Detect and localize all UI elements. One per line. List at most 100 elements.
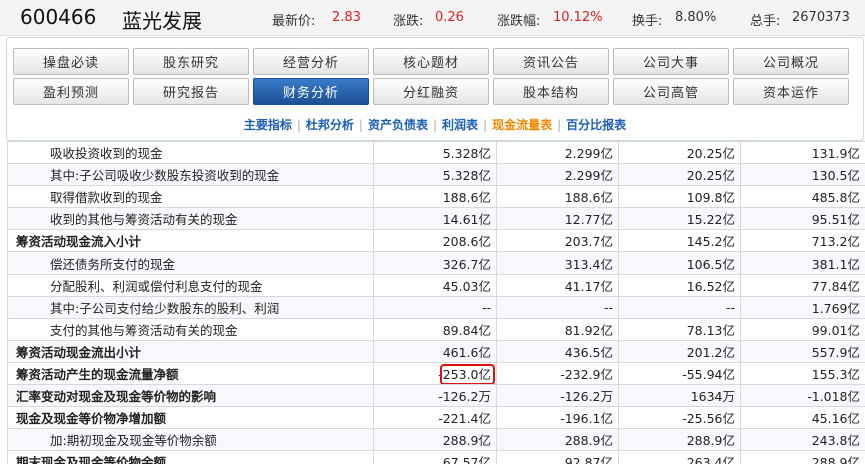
subnav-link-1[interactable]: 杜邦分析 — [306, 118, 354, 132]
row-label: 汇率变动对现金及现金等价物的影响 — [7, 384, 374, 408]
value-cell: 243.8亿 — [740, 428, 865, 452]
stock-name: 蓝光发展 — [122, 9, 202, 33]
price-value: 2.83 — [332, 10, 361, 25]
cell-value: 436.5亿 — [564, 344, 613, 360]
row-label: 收到的其他与筹资活动有关的现金 — [7, 207, 374, 231]
subnav-link-3[interactable]: 利润表 — [442, 118, 478, 132]
table-row: 筹资活动现金流入小计 208.6亿 203.7亿 145.2亿 713.2亿 — [7, 229, 865, 253]
value-cell: 15.22亿 — [618, 207, 741, 231]
table-row: 加:期初现金及现金等价物余额 288.9亿 288.9亿 288.9亿 243.8亿 — [7, 428, 865, 452]
value-cell: 485.8亿 — [740, 185, 865, 209]
row-label: 偿还债务所支付的现金 — [7, 251, 374, 275]
value-cell: 20.25亿 — [618, 140, 741, 165]
table-row: 收到的其他与筹资活动有关的现金 14.61亿 12.77亿 15.22亿 95.51亿 — [7, 207, 865, 231]
value-cell: 14.61亿 — [373, 207, 497, 231]
price-label: 最新价: — [272, 14, 316, 29]
cell-value: 45.03亿 — [442, 278, 491, 294]
value-cell: 12.77亿 — [496, 207, 619, 231]
value-cell: 288.9亿 — [618, 428, 741, 452]
value-cell: 41.17亿 — [496, 273, 619, 297]
tab-row1-5[interactable]: 公司大事 — [613, 48, 729, 75]
cell-value: -25.56亿 — [682, 411, 735, 427]
cell-value: -- — [603, 299, 613, 315]
quote-bar: 600466 蓝光发展 最新价: 2.83 涨跌: 0.26 涨跌幅: 10.1… — [0, 0, 865, 36]
tab-row2-6[interactable]: 资本运作 — [733, 78, 849, 105]
table-row: 汇率变动对现金及现金等价物的影响 -126.2万 -126.2万 1634万 -1.01… — [7, 384, 865, 408]
value-cell: 313.4亿 — [496, 251, 619, 275]
cell-value: 78.13亿 — [686, 322, 735, 338]
value-cell: 288.9亿 — [496, 428, 619, 452]
cell-value: 41.17亿 — [564, 278, 613, 294]
table-row: 吸收投资收到的现金 5.328亿 2.299亿 20.25亿 131.9亿 — [7, 140, 865, 165]
row-label: 吸收投资收到的现金 — [7, 140, 374, 165]
table-row: 支付的其他与筹资活动有关的现金 89.84亿 81.92亿 78.13亿 99.01亿 — [7, 317, 865, 341]
row-label: 其中:子公司吸收少数股东投资收到的现金 — [7, 163, 374, 187]
cell-value: -55.94亿 — [682, 366, 735, 382]
tab-row1-3[interactable]: 核心题材 — [373, 48, 489, 75]
subnav-separator: | — [483, 118, 488, 132]
value-cell: 461.6亿 — [373, 339, 497, 363]
value-cell: 5.328亿 — [373, 140, 497, 165]
cell-value: 1.769亿 — [811, 300, 860, 316]
subnav-separator: | — [557, 118, 562, 132]
value-cell: -126.2万 — [373, 384, 497, 408]
cell-value: 67.57亿 — [442, 455, 491, 464]
subnav-link-2[interactable]: 资产负债表 — [368, 118, 428, 132]
value-cell: 89.84亿 — [373, 317, 497, 341]
tab-row1-6[interactable]: 公司概况 — [733, 48, 849, 75]
tab-row2-1[interactable]: 研究报告 — [133, 78, 249, 105]
table-row: 现金及现金等价物净增加额 -221.4亿 -196.1亿 -25.56亿 45.16亿 — [7, 406, 865, 430]
subnav-separator: | — [358, 118, 363, 132]
table-row: 筹资活动产生的现金流量净额 -253.0亿 -232.9亿 -55.94亿 155.3亿 — [7, 361, 865, 386]
cell-value: 77.84亿 — [811, 278, 860, 294]
cell-value: 145.2亿 — [686, 234, 735, 250]
row-label: 筹资活动现金流出小计 — [7, 339, 374, 363]
cell-value: 288.9亿 — [564, 433, 613, 449]
value-cell: 201.2亿 — [618, 339, 741, 363]
value-cell: 381.1亿 — [740, 251, 865, 275]
row-label: 加:期初现金及现金等价物余额 — [7, 428, 374, 452]
total-value: 2670373 — [792, 10, 850, 25]
subnav-link-4[interactable]: 现金流量表 — [492, 118, 552, 132]
value-cell: -196.1亿 — [496, 406, 619, 430]
cell-value: 109.8亿 — [686, 190, 735, 206]
value-cell: 81.92亿 — [496, 317, 619, 341]
cell-value: 243.8亿 — [811, 433, 860, 449]
cell-value: -1.018亿 — [807, 389, 860, 405]
tab-row2-0[interactable]: 盈利预测 — [13, 78, 129, 105]
cell-value: 188.6亿 — [564, 190, 613, 206]
tab-row2-5[interactable]: 公司高管 — [613, 78, 729, 105]
change-value: 0.26 — [435, 10, 464, 25]
tab-row1-0[interactable]: 操盘必读 — [13, 48, 129, 75]
cell-value: 95.51亿 — [811, 212, 860, 228]
subnav-link-5[interactable]: 百分比报表 — [566, 118, 626, 132]
value-cell: 436.5亿 — [496, 339, 619, 363]
table-row: 分配股利、利润或偿付利息支付的现金 45.03亿 41.17亿 16.52亿 77.84… — [7, 273, 865, 297]
tab-row-1: 操盘必读 股东研究 经营分析 核心题材 资讯公告 公司大事 公司概况 — [13, 48, 849, 75]
cell-value: 288.9亿 — [686, 433, 735, 449]
cell-value: 461.6亿 — [442, 344, 491, 360]
cell-value: 188.6亿 — [442, 190, 491, 206]
subnav-link-0[interactable]: 主要指标 — [244, 118, 292, 132]
value-cell: -55.94亿 — [618, 361, 741, 386]
tab-row2-3[interactable]: 分红融资 — [373, 78, 489, 105]
value-cell: 5.328亿 — [373, 163, 497, 187]
sub-navigation: 主要指标 | 杜邦分析 | 资产负债表 | 利润表 | 现金流量表 | 百分比报表 — [7, 116, 863, 133]
value-cell: -- — [618, 295, 741, 319]
tab-row1-1[interactable]: 股东研究 — [133, 48, 249, 75]
highlighted-value: -253.0亿 — [438, 366, 491, 382]
cell-value: 12.77亿 — [564, 212, 613, 228]
cell-value: 1634万 — [690, 389, 735, 405]
value-cell: 78.13亿 — [618, 317, 741, 341]
tab-row2-4[interactable]: 股本结构 — [493, 78, 609, 105]
cell-value: 130.5亿 — [811, 168, 860, 184]
turnover-value: 8.80% — [675, 10, 717, 25]
tab-row2-2[interactable]: 财务分析 — [253, 78, 369, 105]
tab-row1-2[interactable]: 经营分析 — [253, 48, 369, 75]
cell-value: 288.9亿 — [442, 433, 491, 449]
cell-value: 381.1亿 — [811, 256, 860, 272]
cell-value: 131.9亿 — [811, 146, 860, 162]
tab-row1-4[interactable]: 资讯公告 — [493, 48, 609, 75]
cell-value: 45.16亿 — [811, 411, 860, 427]
row-label: 取得借款收到的现金 — [7, 185, 374, 209]
